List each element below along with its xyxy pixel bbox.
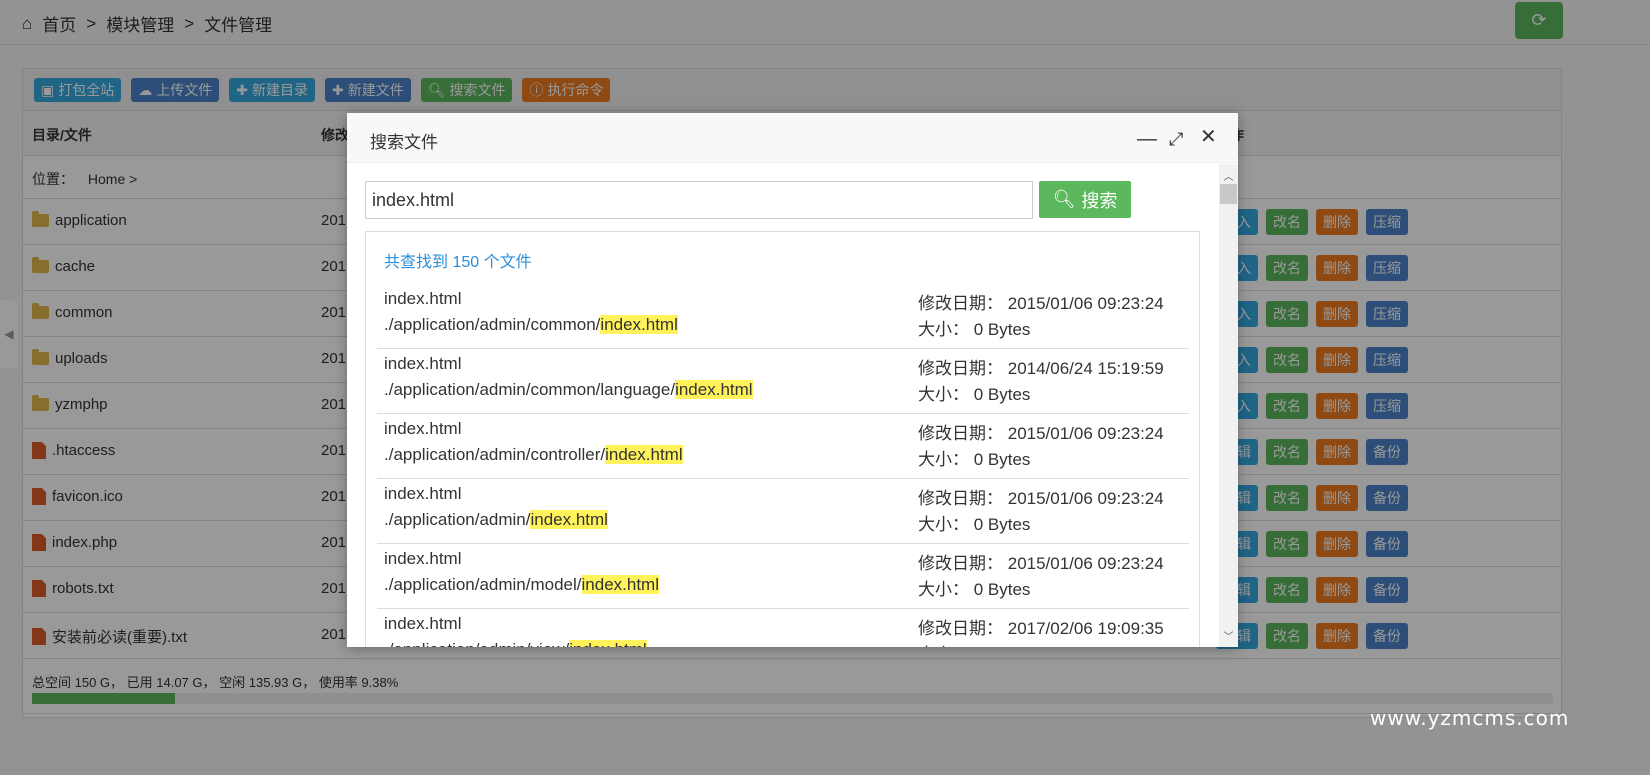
size-value: 0 Bytes — [973, 580, 1031, 599]
dialog-title: 搜索文件 — [370, 133, 438, 152]
close-icon[interactable]: ✕ — [1200, 127, 1217, 147]
date-label: 修改日期： — [918, 489, 1003, 508]
search-icon: 🔍︎ — [1052, 189, 1076, 209]
result-path: ./application/admin/controller/index.htm… — [384, 445, 683, 465]
result-name: index.html — [384, 484, 462, 503]
dialog-body: 🔍︎搜索 共查找到 150 个文件 index.html ./applicati… — [347, 164, 1219, 647]
size-value: 1.7 KB — [974, 645, 1025, 647]
size-label: 大小： — [918, 645, 969, 647]
scroll-up-icon[interactable]: ︿ — [1219, 168, 1238, 183]
result-size: 大小： 0 Bytes — [918, 315, 1030, 340]
result-path: ./application/admin/view/index.html — [384, 640, 647, 647]
result-path: ./application/admin/model/index.html — [384, 575, 659, 595]
result-size: 大小： 0 Bytes — [918, 380, 1030, 405]
result-size: 大小： 0 Bytes — [918, 575, 1030, 600]
date-value: 2014/06/24 15:19:59 — [1007, 359, 1164, 378]
result-match: index.html — [530, 510, 608, 529]
size-value: 0 Bytes — [973, 450, 1031, 469]
result-dir: ./application/admin/controller/ — [384, 445, 606, 464]
date-value: 2015/01/06 09:23:24 — [1007, 294, 1164, 313]
result-dir: ./application/admin/model/ — [384, 575, 582, 594]
result-dir: ./application/admin/ — [384, 510, 531, 529]
watermark: www.yzmcms.com — [1370, 706, 1570, 730]
size-value: 0 Bytes — [973, 515, 1031, 534]
size-label: 大小： — [918, 320, 969, 339]
result-date: 修改日期： 2015/01/06 09:23:24 — [918, 419, 1164, 444]
size-label: 大小： — [918, 450, 969, 469]
result-name: index.html — [384, 354, 462, 373]
date-value: 2015/01/06 09:23:24 — [1007, 554, 1164, 573]
result-size: 大小： 0 Bytes — [918, 510, 1030, 535]
date-value: 2017/02/06 19:09:35 — [1007, 619, 1164, 638]
date-value: 2015/01/06 09:23:24 — [1007, 489, 1164, 508]
result-date: 修改日期： 2017/02/06 19:09:35 — [918, 614, 1164, 639]
result-size: 大小： 1.7 KB — [918, 640, 1025, 647]
result-path: ./application/admin/common/index.html — [384, 315, 678, 335]
dialog-header: 搜索文件 — ⤢ ✕ — [347, 113, 1238, 163]
result-name: index.html — [384, 549, 462, 568]
result-match: index.html — [605, 445, 683, 464]
list-item[interactable]: index.html ./application/admin/view/inde… — [377, 609, 1189, 647]
result-date: 修改日期： 2014/06/24 15:19:59 — [918, 354, 1164, 379]
size-value: 0 Bytes — [973, 320, 1031, 339]
maximize-icon[interactable]: ⤢ — [1169, 129, 1183, 149]
result-date: 修改日期： 2015/01/06 09:23:24 — [918, 289, 1164, 314]
dialog-scrollbar[interactable]: ︿ ﹀ — [1219, 164, 1238, 647]
size-label: 大小： — [918, 580, 969, 599]
list-item[interactable]: index.html ./application/admin/common/la… — [377, 349, 1189, 414]
search-file-dialog: 搜索文件 — ⤢ ✕ 🔍︎搜索 共查找到 150 个文件 index.html … — [347, 113, 1238, 647]
result-dir: ./application/admin/view/ — [384, 640, 569, 647]
list-item[interactable]: index.html ./application/admin/controlle… — [377, 414, 1189, 479]
scroll-down-icon[interactable]: ﹀ — [1219, 628, 1238, 643]
result-date: 修改日期： 2015/01/06 09:23:24 — [918, 549, 1164, 574]
search-button[interactable]: 🔍︎ 搜索 — [1039, 181, 1131, 218]
result-size: 大小： 0 Bytes — [918, 445, 1030, 470]
result-path: ./application/admin/common/language/inde… — [384, 380, 753, 400]
date-label: 修改日期： — [918, 424, 1003, 443]
size-label: 大小： — [918, 385, 969, 404]
minimize-icon[interactable]: — — [1137, 129, 1157, 149]
result-match: index.html — [675, 380, 753, 399]
result-match: index.html — [600, 315, 678, 334]
search-results: 共查找到 150 个文件 index.html ./application/ad… — [365, 231, 1200, 647]
date-label: 修改日期： — [918, 294, 1003, 313]
result-name: index.html — [384, 614, 462, 633]
result-match: index.html — [581, 575, 659, 594]
date-value: 2015/01/06 09:23:24 — [1007, 424, 1164, 443]
list-item[interactable]: index.html ./application/admin/model/ind… — [377, 544, 1189, 609]
list-item[interactable]: index.html ./application/admin/common/in… — [377, 284, 1189, 349]
result-path: ./application/admin/index.html — [384, 510, 608, 530]
list-item[interactable]: index.html ./application/admin/index.htm… — [377, 479, 1189, 544]
date-label: 修改日期： — [918, 554, 1003, 573]
result-name: index.html — [384, 289, 462, 308]
size-label: 大小： — [918, 515, 969, 534]
search-input[interactable] — [365, 181, 1033, 219]
size-value: 0 Bytes — [973, 385, 1031, 404]
search-button-label: 搜索 — [1081, 190, 1118, 211]
result-dir: ./application/admin/common/language/ — [384, 380, 676, 399]
result-match: index.html — [569, 640, 647, 647]
result-name: index.html — [384, 419, 462, 438]
scroll-thumb[interactable] — [1220, 184, 1237, 204]
result-count: 共查找到 150 个文件 — [384, 254, 532, 271]
date-label: 修改日期： — [918, 619, 1003, 638]
result-date: 修改日期： 2015/01/06 09:23:24 — [918, 484, 1164, 509]
result-dir: ./application/admin/common/ — [384, 315, 601, 334]
date-label: 修改日期： — [918, 359, 1003, 378]
